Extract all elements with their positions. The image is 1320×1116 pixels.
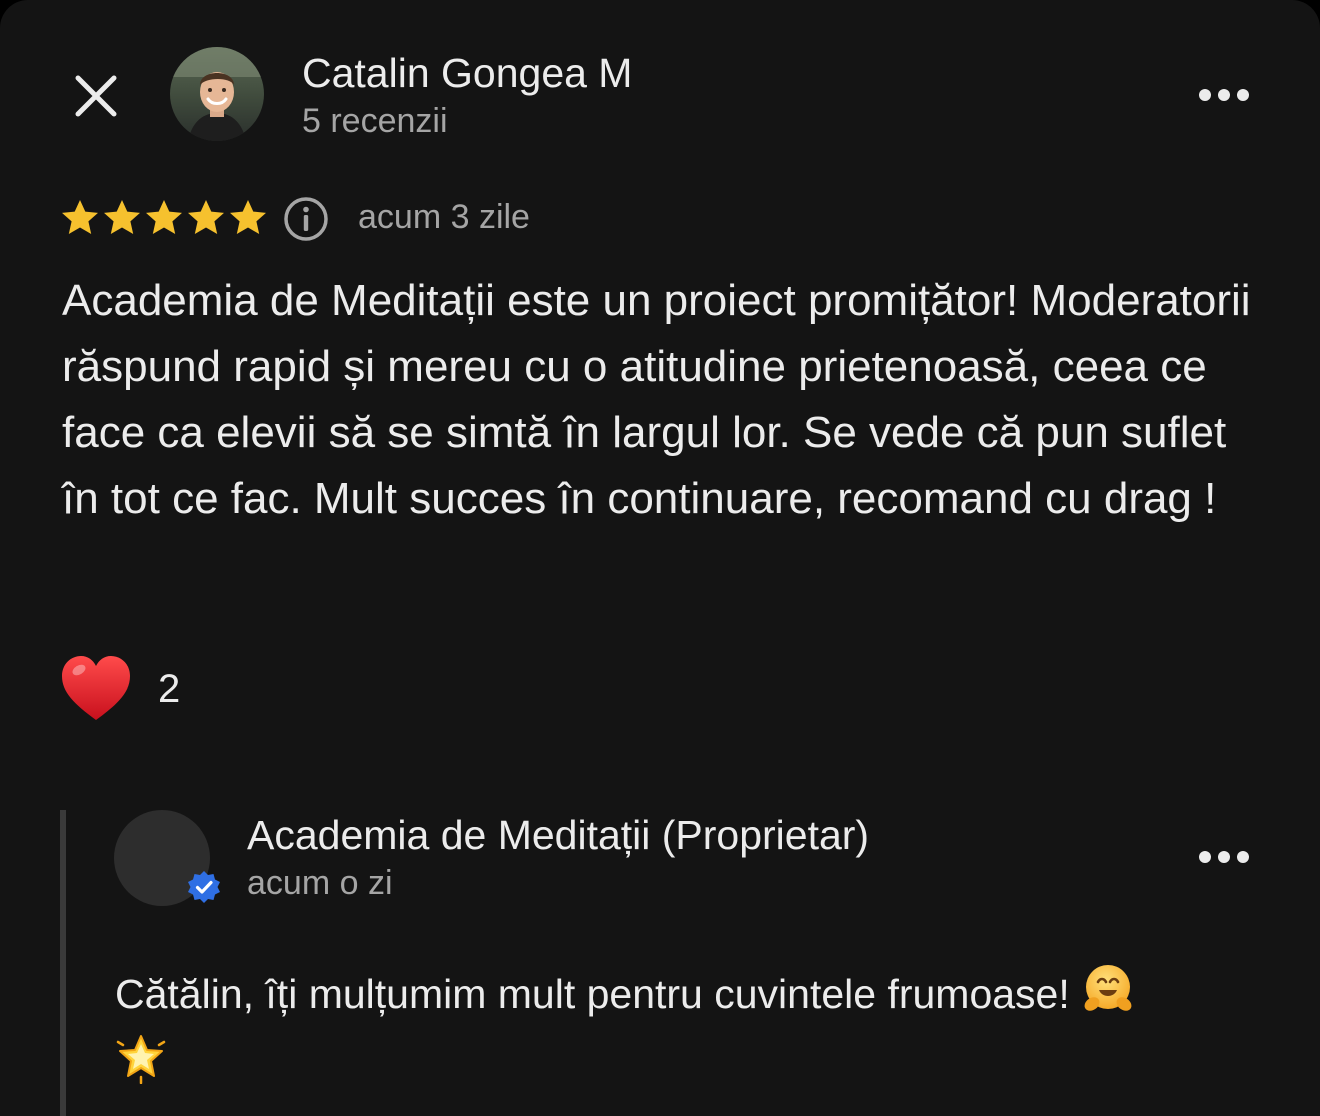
star-rating: [60, 196, 268, 240]
reply-more-options-button[interactable]: [1194, 837, 1254, 877]
reply-text-block: Cătălin, îți mulțumim mult pentru cuvint…: [115, 962, 1235, 1100]
reviewer-review-count: 5 recenzii: [302, 102, 448, 140]
heart-icon: [62, 656, 130, 720]
star-icon: [188, 200, 224, 234]
star-icon: [104, 200, 140, 234]
star-icon: [230, 200, 266, 234]
star-icon: [146, 200, 182, 234]
more-horizontal-icon: [1199, 851, 1249, 863]
glowing-star-emoji: [115, 1032, 167, 1100]
review-more-options-button[interactable]: [1194, 75, 1254, 115]
heart-reaction-button[interactable]: 2: [60, 652, 180, 726]
reply-divider-bar: [60, 810, 66, 1116]
verified-badge: [186, 869, 222, 905]
close-icon: [75, 75, 117, 117]
more-horizontal-icon: [1199, 89, 1249, 101]
close-button[interactable]: [66, 66, 126, 126]
verified-check-icon: [188, 871, 220, 903]
review-text: Academia de Meditații este un proiect pr…: [62, 276, 1251, 523]
hugging-face-emoji: [1081, 962, 1135, 1032]
reaction-count: 2: [158, 667, 181, 711]
reviewer-name[interactable]: Catalin Gongea M: [302, 48, 632, 98]
review-date: acum 3 zile: [358, 198, 530, 236]
info-icon: [284, 197, 328, 241]
owner-name: Academia de Meditații (Proprietar): [247, 812, 870, 858]
reply-date: acum o zi: [247, 864, 393, 902]
reply-text: Cătălin, îți mulțumim mult pentru cuvint…: [115, 970, 1070, 1017]
review-detail-panel: Catalin Gongea M 5 recenzii acum 3 zile …: [0, 0, 1320, 1116]
reviewer-avatar[interactable]: [170, 47, 264, 141]
rating-info-button[interactable]: [282, 195, 330, 243]
star-icon: [62, 200, 98, 234]
